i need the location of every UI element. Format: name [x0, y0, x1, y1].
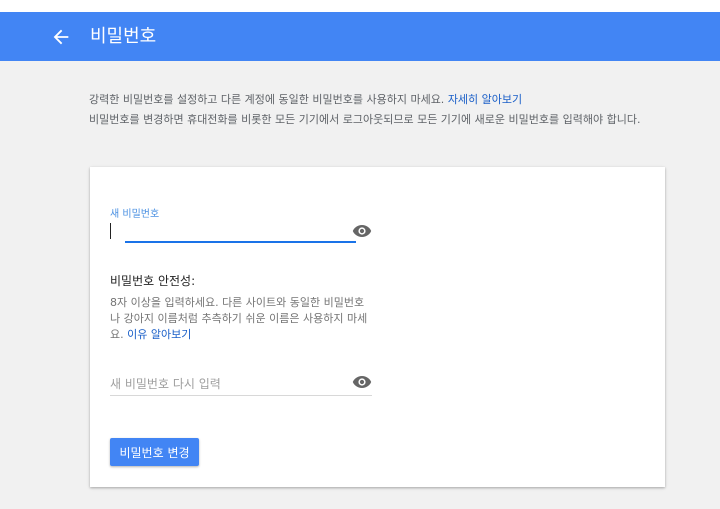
app-bar: 비밀번호	[0, 12, 720, 61]
change-password-button[interactable]: 비밀번호 변경	[110, 438, 199, 466]
eye-icon[interactable]	[352, 223, 372, 237]
new-password-input[interactable]	[114, 219, 349, 241]
new-password-field: 새 비밀번호	[110, 205, 372, 245]
top-strip	[0, 0, 720, 12]
intro-line-1: 강력한 비밀번호를 설정하고 다른 계정에 동일한 비밀번호를 사용하지 마세요…	[89, 93, 445, 106]
password-strength-section: 비밀번호 안전성: 8자 이상을 입력하세요. 다른 사이트와 동일한 비밀번호…	[110, 272, 372, 343]
new-password-underline	[125, 241, 356, 243]
intro-line-2: 비밀번호를 변경하면 휴대전화를 비롯한 모든 기기에서 로그아웃되므로 모든 …	[89, 113, 641, 126]
page-title: 비밀번호	[90, 26, 157, 47]
password-card: 새 비밀번호 비밀번호 안전성: 8자 이상을 입력하세요. 다른 사이트와 동…	[90, 167, 665, 487]
confirm-password-input[interactable]	[110, 373, 345, 395]
strength-description: 8자 이상을 입력하세요. 다른 사이트와 동일한 비밀번호나 강아지 이름처럼…	[110, 295, 372, 343]
intro-text: 강력한 비밀번호를 설정하고 다른 계정에 동일한 비밀번호를 사용하지 마세요…	[89, 92, 674, 132]
confirm-password-underline	[110, 395, 372, 396]
learn-why-link[interactable]: 이유 알아보기	[127, 328, 191, 341]
intro-paragraph-1: 강력한 비밀번호를 설정하고 다른 계정에 동일한 비밀번호를 사용하지 마세요…	[89, 92, 674, 108]
learn-more-link[interactable]: 자세히 알아보기	[448, 93, 522, 106]
eye-icon[interactable]	[352, 374, 372, 388]
confirm-password-field	[110, 369, 372, 397]
new-password-label: 새 비밀번호	[110, 209, 160, 220]
arrow-back-icon[interactable]	[50, 26, 72, 48]
strength-title: 비밀번호 안전성:	[110, 274, 196, 288]
text-cursor	[110, 223, 111, 239]
